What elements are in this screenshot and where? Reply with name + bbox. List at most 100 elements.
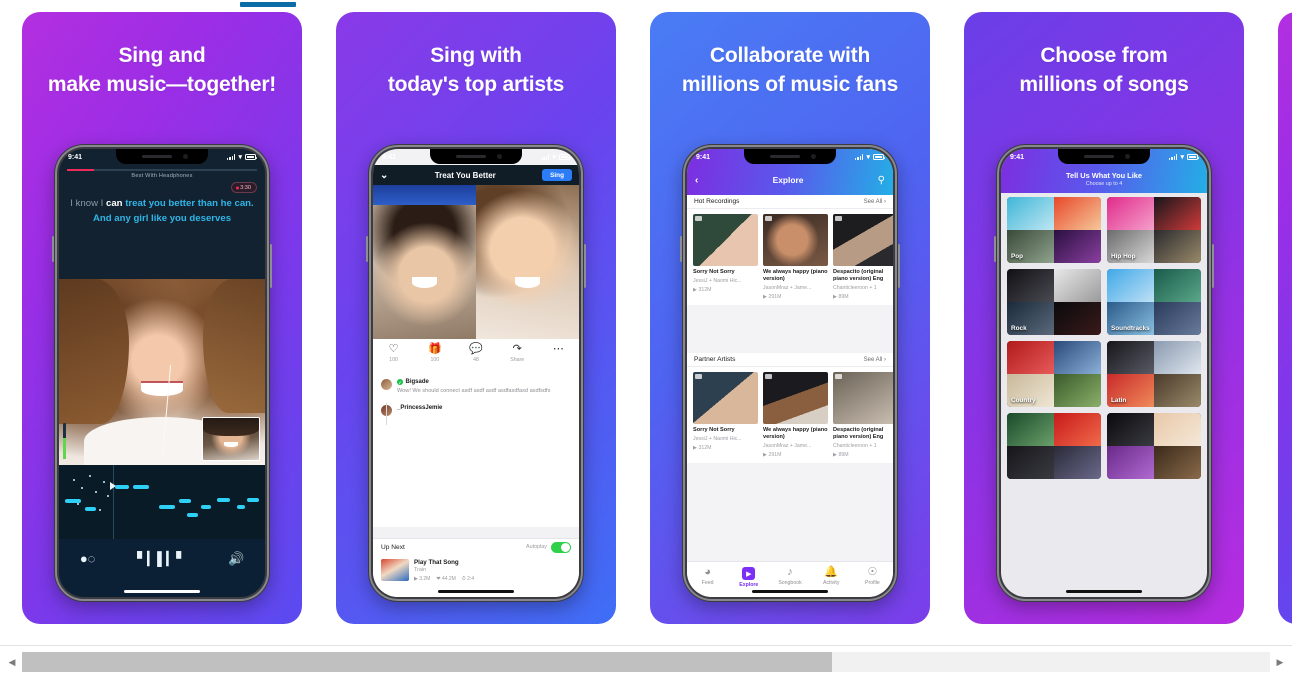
- comment-author[interactable]: Bigsade: [406, 379, 429, 385]
- scroll-left-arrow[interactable]: ◀: [2, 652, 22, 672]
- genre-tile-latin[interactable]: Latin: [1107, 341, 1201, 407]
- comment-list[interactable]: ✓ Bigsade Wow! We should connect asdf asd…: [373, 373, 579, 527]
- mask-icon[interactable]: ●◌: [80, 552, 96, 565]
- panel-headline-3: Collaborate with millions of music fans: [681, 44, 899, 96]
- profile-icon[interactable]: ☉: [852, 567, 893, 578]
- card-artist: Chanticleeroon + 1: [833, 443, 877, 450]
- recording-card[interactable]: Sorry Not Sorry JessiJ + Naomi Hic... ▶ …: [693, 214, 758, 305]
- comment-action[interactable]: 💬 48: [455, 343, 496, 362]
- genre-label: Country: [1011, 397, 1036, 404]
- genre-tile-hiphop[interactable]: Hip Hop: [1107, 197, 1201, 263]
- recording-card[interactable]: We always happy (piano version) JasonMra…: [763, 372, 828, 463]
- comment-row[interactable]: ✓ Bigsade Wow! We should connect asdf asd…: [381, 379, 571, 395]
- partner-artists-cards[interactable]: Sorry Not Sorry JessiJ + Naomi Hic... ▶ …: [687, 367, 893, 463]
- recording-card[interactable]: We always happy (piano version) JasonMra…: [763, 214, 828, 305]
- share-action[interactable]: ↷ Share: [497, 343, 538, 362]
- comment-row[interactable]: _PrincessJemie: [381, 405, 571, 417]
- gift-count: 100: [430, 356, 440, 363]
- signal-icon: [226, 154, 236, 160]
- like-action[interactable]: ♡ 100: [373, 343, 414, 362]
- next-track-loves: ❤ 44.2M: [436, 576, 456, 582]
- gallery-panel-3[interactable]: Collaborate with millions of music fans 9…: [650, 12, 930, 624]
- pitch-track: [59, 465, 265, 539]
- scroll-right-arrow[interactable]: ▶: [1270, 652, 1290, 672]
- duet-video[interactable]: [373, 185, 579, 339]
- tab-activity[interactable]: 🔔 Activity: [811, 567, 852, 587]
- scrollbar-thumb[interactable]: [22, 652, 832, 672]
- card-plays: ▶ 312M: [693, 286, 712, 293]
- heart-icon[interactable]: ♡: [373, 343, 414, 356]
- mic-level-meter: [63, 423, 66, 459]
- autoplay-toggle[interactable]: [551, 541, 571, 553]
- sing-button[interactable]: Sing: [542, 168, 572, 182]
- recording-card[interactable]: Sorry Not Sorry JessiJ + Naomi Hic... ▶ …: [693, 372, 758, 463]
- recording-card[interactable]: Despacito (original piano version) Eng C…: [833, 214, 893, 305]
- thread-line: [386, 403, 387, 425]
- explore-icon[interactable]: ▶: [742, 567, 756, 580]
- action-bar[interactable]: ♡ 100 🎁 100 💬 48 ↷ Share ⋯: [373, 339, 579, 373]
- songbook-icon[interactable]: ♪: [769, 567, 810, 578]
- tab-label: Explore: [739, 582, 759, 588]
- gift-icon[interactable]: 🎁: [414, 343, 455, 356]
- card-plays: ▶ 291M: [763, 452, 782, 459]
- recording-card[interactable]: Despacito (original piano version) Eng C…: [833, 372, 893, 463]
- hot-recordings-cards[interactable]: Sorry Not Sorry JessiJ + Naomi Hic... ▶ …: [687, 209, 893, 305]
- search-icon[interactable]: ⚲: [878, 175, 885, 186]
- next-track-title: Play That Song: [414, 559, 459, 566]
- card-title: Sorry Not Sorry: [693, 427, 735, 433]
- horizontal-scrollbar[interactable]: ◀ ▶: [0, 645, 1292, 677]
- card-artist: Chanticleeroon + 1: [833, 285, 877, 292]
- nav-bar: ⌄ Treat You Better Sing: [373, 165, 579, 185]
- up-next-label: Up Next: [381, 543, 405, 551]
- gallery-panel-1[interactable]: Sing and make music—together! 9:41 ▾ Best…: [22, 12, 302, 624]
- more-icon[interactable]: ⋯: [538, 343, 579, 356]
- genre-tile-extra-2[interactable]: [1107, 413, 1201, 479]
- genre-tile-rock[interactable]: Rock: [1007, 269, 1101, 335]
- genre-label: Hip Hop: [1111, 253, 1136, 260]
- share-icon[interactable]: ↷: [497, 343, 538, 356]
- comment-icon[interactable]: 💬: [455, 343, 496, 356]
- bell-icon[interactable]: 🔔: [811, 567, 852, 578]
- card-plays: ▶ 312M: [693, 444, 712, 451]
- gallery-panel-2[interactable]: Sing with today's top artists 9:41 ▾ ⌄ Tr…: [336, 12, 616, 624]
- tab-songbook[interactable]: ♪ Songbook: [769, 567, 810, 587]
- see-all-link[interactable]: See All ›: [864, 199, 886, 205]
- headphones-note: Best With Headphones: [131, 173, 193, 179]
- genre-tile-country[interactable]: Country: [1007, 341, 1101, 407]
- genre-tile-soundtracks[interactable]: Soundtracks: [1107, 269, 1201, 335]
- duet-pip-video[interactable]: [202, 417, 260, 461]
- battery-icon: [559, 154, 572, 160]
- explore-nav: ‹ Explore ⚲: [687, 171, 893, 189]
- genre-grid[interactable]: Pop Hip Hop Rock Soundtracks Country Lat…: [1007, 197, 1201, 581]
- card-artist: JessiJ + Naomi Hic...: [693, 277, 742, 284]
- genre-tile-pop[interactable]: Pop: [1007, 197, 1101, 263]
- genre-label: Latin: [1111, 397, 1127, 404]
- phone-mockup-1: 9:41 ▾ Best With Headphones 3:30 I know …: [52, 144, 272, 602]
- accent-bar: [240, 2, 296, 7]
- genre-tile-extra-1[interactable]: [1007, 413, 1101, 479]
- feed-icon[interactable]: ◕: [687, 567, 728, 578]
- card-artist: JasonMraz + Jame...: [763, 443, 812, 450]
- waveform-icon[interactable]: ▘▎▌▎▘: [137, 552, 186, 565]
- phone-mockup-4: 9:41 ▾ Tell Us What You Like Choose up t…: [994, 144, 1214, 602]
- screenshot-gallery[interactable]: Sing and make music—together! 9:41 ▾ Best…: [0, 12, 1292, 645]
- sing-toolbar[interactable]: ●◌ ▘▎▌▎▘ 🔊: [59, 539, 265, 597]
- panel-headline-1: Sing and make music—together!: [47, 44, 277, 96]
- tab-feed[interactable]: ◕ Feed: [687, 567, 728, 587]
- see-all-link[interactable]: See All ›: [864, 357, 886, 363]
- battery-icon: [1187, 154, 1200, 160]
- more-action[interactable]: ⋯: [538, 343, 579, 357]
- video-icon: [765, 374, 772, 379]
- video-icon: [835, 216, 842, 221]
- genres-subtitle: Choose up to 4: [1085, 181, 1123, 187]
- signal-icon: [1168, 154, 1178, 160]
- chevron-down-icon[interactable]: ⌄: [380, 170, 388, 181]
- tab-profile[interactable]: ☉ Profile: [852, 567, 893, 587]
- comment-author[interactable]: _PrincessJemie: [397, 405, 442, 411]
- gift-action[interactable]: 🎁 100: [414, 343, 455, 363]
- tab-explore[interactable]: ▶ Explore: [728, 567, 769, 588]
- wifi-icon: ▾: [238, 154, 242, 161]
- speaker-icon[interactable]: 🔊: [228, 552, 244, 565]
- gallery-panel-4[interactable]: Choose from millions of songs 9:41 ▾ Tell…: [964, 12, 1244, 624]
- gallery-panel-5-partial[interactable]: [1278, 12, 1292, 624]
